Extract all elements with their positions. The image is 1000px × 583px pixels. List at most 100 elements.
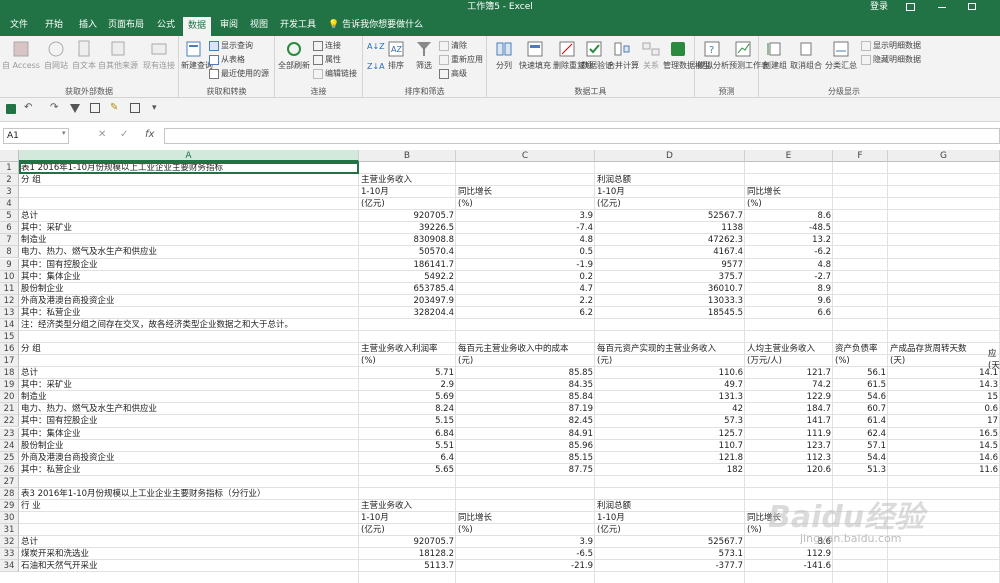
cell-a32[interactable]: 总计	[19, 536, 40, 548]
cell-c32[interactable]: 3.9	[456, 536, 595, 548]
cell-f23[interactable]: 62.4	[833, 428, 888, 440]
existing-connections-button[interactable]: 现有连接	[140, 39, 178, 71]
cell-g21[interactable]: 0.6	[888, 403, 1000, 415]
cell-b5[interactable]: 920705.7	[359, 210, 456, 222]
tab-review[interactable]: 审阅	[216, 14, 242, 36]
row-header-8[interactable]: 8	[0, 246, 19, 259]
borders-icon[interactable]	[130, 103, 140, 113]
column-header-c[interactable]: C	[456, 150, 595, 162]
cell-d2[interactable]: 利润总额	[595, 174, 633, 186]
cell-b3[interactable]: 1-10月	[359, 186, 391, 198]
cell-a33[interactable]: 煤炭开采和洗选业	[19, 548, 91, 560]
cell-f21[interactable]: 60.7	[833, 403, 888, 415]
cell-e26[interactable]: 120.6	[745, 464, 833, 476]
text-to-columns-button[interactable]: 分列	[491, 39, 517, 71]
cell-e13[interactable]: 6.6	[745, 307, 833, 319]
group-button[interactable]: 创建组	[761, 39, 789, 71]
cell-c19[interactable]: 84.35	[456, 379, 595, 391]
cell-a19[interactable]: 其中：采矿业	[19, 379, 74, 391]
cell-d8[interactable]: 4167.4	[595, 246, 745, 258]
cell-b2[interactable]: 主营业务收入	[359, 174, 414, 186]
cell-f19[interactable]: 61.5	[833, 379, 888, 391]
cell-b19[interactable]: 2.9	[359, 379, 456, 391]
cell-b4[interactable]: (亿元)	[359, 198, 387, 210]
cell-c22[interactable]: 82.45	[456, 415, 595, 427]
cell-c30[interactable]: 同比增长	[456, 512, 494, 524]
cell-e12[interactable]: 9.6	[745, 295, 833, 307]
cell-e17[interactable]: (万元/人)	[745, 355, 784, 367]
row-header-2[interactable]: 2	[0, 174, 19, 187]
cell-g23[interactable]: 16.5	[888, 428, 1000, 440]
cell-d25[interactable]: 121.8	[595, 452, 745, 464]
cell-e11[interactable]: 8.9	[745, 283, 833, 295]
cell-c33[interactable]: -6.5	[456, 548, 595, 560]
row-header-22[interactable]: 22	[0, 415, 19, 428]
cell-e3[interactable]: 同比增长	[745, 186, 783, 198]
cell-f25[interactable]: 54.4	[833, 452, 888, 464]
name-box-dropdown-icon[interactable]: ▾	[62, 129, 66, 137]
row-header-4[interactable]: 4	[0, 198, 19, 211]
tab-data[interactable]: 数据	[183, 17, 211, 36]
tab-formulas[interactable]: 公式	[152, 14, 180, 36]
cell-a34[interactable]: 石油和天然气开采业	[19, 560, 100, 572]
cell-b12[interactable]: 203497.9	[359, 295, 456, 307]
cell-g18[interactable]: 14.1	[888, 367, 1000, 379]
cell-d18[interactable]: 110.6	[595, 367, 745, 379]
format-painter-icon[interactable]: ✎	[110, 102, 118, 113]
cell-a25[interactable]: 外商及港澳台商投资企业	[19, 452, 117, 464]
row-header-1[interactable]: 1	[0, 162, 19, 174]
cell-c4[interactable]: (%)	[456, 198, 475, 210]
cell-b9[interactable]: 186141.7	[359, 259, 456, 271]
cell-e8[interactable]: -6.2	[745, 246, 833, 258]
cell-c21[interactable]: 87.19	[456, 403, 595, 415]
cell-d17[interactable]: (元)	[595, 355, 614, 367]
customize-qat-icon[interactable]: ▾	[152, 103, 157, 113]
cell-a29[interactable]: 行 业	[19, 500, 43, 512]
tab-home[interactable]: 开始	[40, 14, 68, 36]
name-box[interactable]: A1	[3, 128, 69, 144]
row-header-21[interactable]: 21	[0, 403, 19, 416]
cell-d29[interactable]: 利润总额	[595, 500, 633, 512]
cell-d13[interactable]: 18545.5	[595, 307, 745, 319]
from-access-button[interactable]: 自 Access	[2, 39, 40, 71]
filter-qat-icon[interactable]	[70, 104, 80, 113]
cell-g20[interactable]: 15	[888, 391, 1000, 403]
cell-f17[interactable]: (%)	[833, 355, 852, 367]
cell-g24[interactable]: 14.5	[888, 440, 1000, 452]
row-header-12[interactable]: 12	[0, 294, 19, 307]
cell-b13[interactable]: 328204.4	[359, 307, 456, 319]
hide-detail-button[interactable]: 隐藏明细数据	[861, 54, 921, 66]
sort-za-icon[interactable]: Z↓A	[367, 62, 385, 71]
cell-a9[interactable]: 其中：国有控股企业	[19, 259, 100, 271]
row-header-31[interactable]: 31	[0, 524, 19, 537]
cell-e24[interactable]: 123.7	[745, 440, 833, 452]
cell-b18[interactable]: 5.71	[359, 367, 456, 379]
row-header-28[interactable]: 28	[0, 487, 19, 500]
formula-input[interactable]	[164, 128, 1000, 144]
recent-sources-button[interactable]: 最近使用的源	[209, 68, 269, 80]
cell-e20[interactable]: 122.9	[745, 391, 833, 403]
cell-a26[interactable]: 其中：私营企业	[19, 464, 83, 476]
cell-c13[interactable]: 6.2	[456, 307, 595, 319]
cell-d23[interactable]: 125.7	[595, 428, 745, 440]
cell-f20[interactable]: 54.6	[833, 391, 888, 403]
filter-button[interactable]: 筛选	[413, 39, 435, 71]
cell-d19[interactable]: 49.7	[595, 379, 745, 391]
cell-c11[interactable]: 4.7	[456, 283, 595, 295]
edit-links-button[interactable]: 编辑链接	[313, 68, 357, 80]
cell-d26[interactable]: 182	[595, 464, 745, 476]
from-text-button[interactable]: 自文本	[70, 39, 98, 71]
tab-page-layout[interactable]: 页面布局	[106, 14, 146, 36]
tell-me-box[interactable]: 💡 告诉我你想要做什么	[328, 14, 423, 36]
cell-d33[interactable]: 573.1	[595, 548, 745, 560]
cell-c3[interactable]: 同比增长	[456, 186, 494, 198]
row-header-16[interactable]: 16	[0, 343, 19, 356]
cell-c16[interactable]: 每百元主营业务收入中的成本	[456, 343, 571, 355]
cell-b30[interactable]: 1-10月	[359, 512, 391, 524]
select-all-corner[interactable]	[0, 150, 19, 162]
cell-a28[interactable]: 表3 2016年1-10月份规模以上工业企业主要财务指标（分行业）	[19, 488, 268, 500]
cell-c9[interactable]: -1.9	[456, 259, 595, 271]
refresh-all-button[interactable]: 全部刷新	[277, 39, 311, 71]
cell-d7[interactable]: 47262.3	[595, 234, 745, 246]
cell-e10[interactable]: -2.7	[745, 271, 833, 283]
